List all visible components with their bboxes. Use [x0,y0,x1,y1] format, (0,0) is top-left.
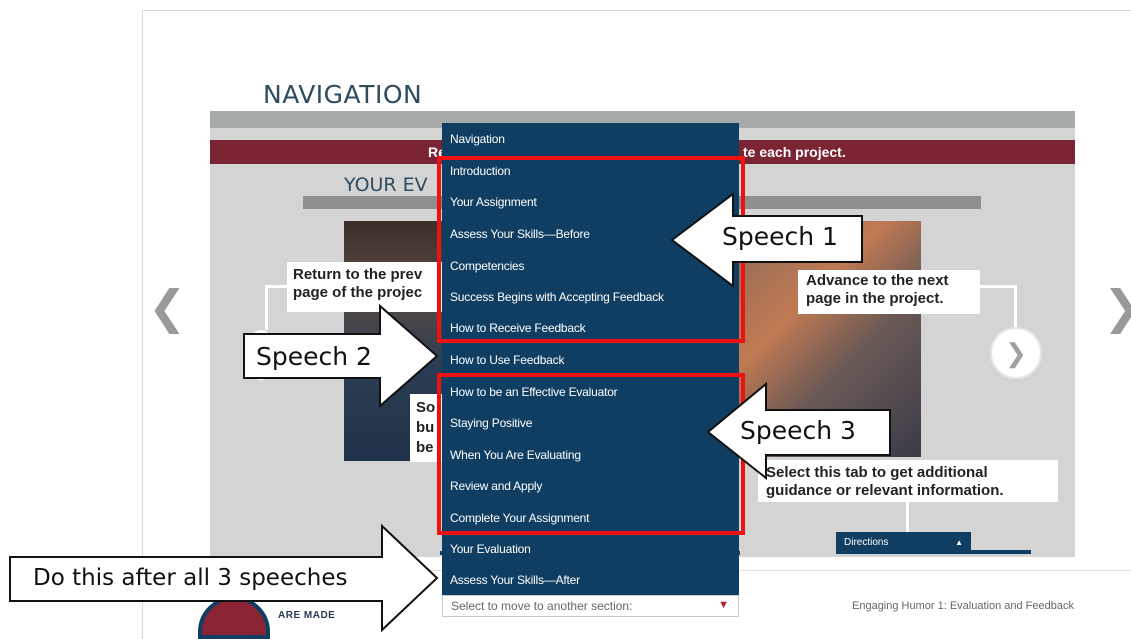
speech-2-label: Speech 2 [256,342,372,371]
speech-1-label: Speech 1 [722,222,838,251]
after-label: Do this after all 3 speeches [33,565,348,591]
annotation-arrows [9,191,891,633]
speech-3-label: Speech 3 [740,416,856,445]
